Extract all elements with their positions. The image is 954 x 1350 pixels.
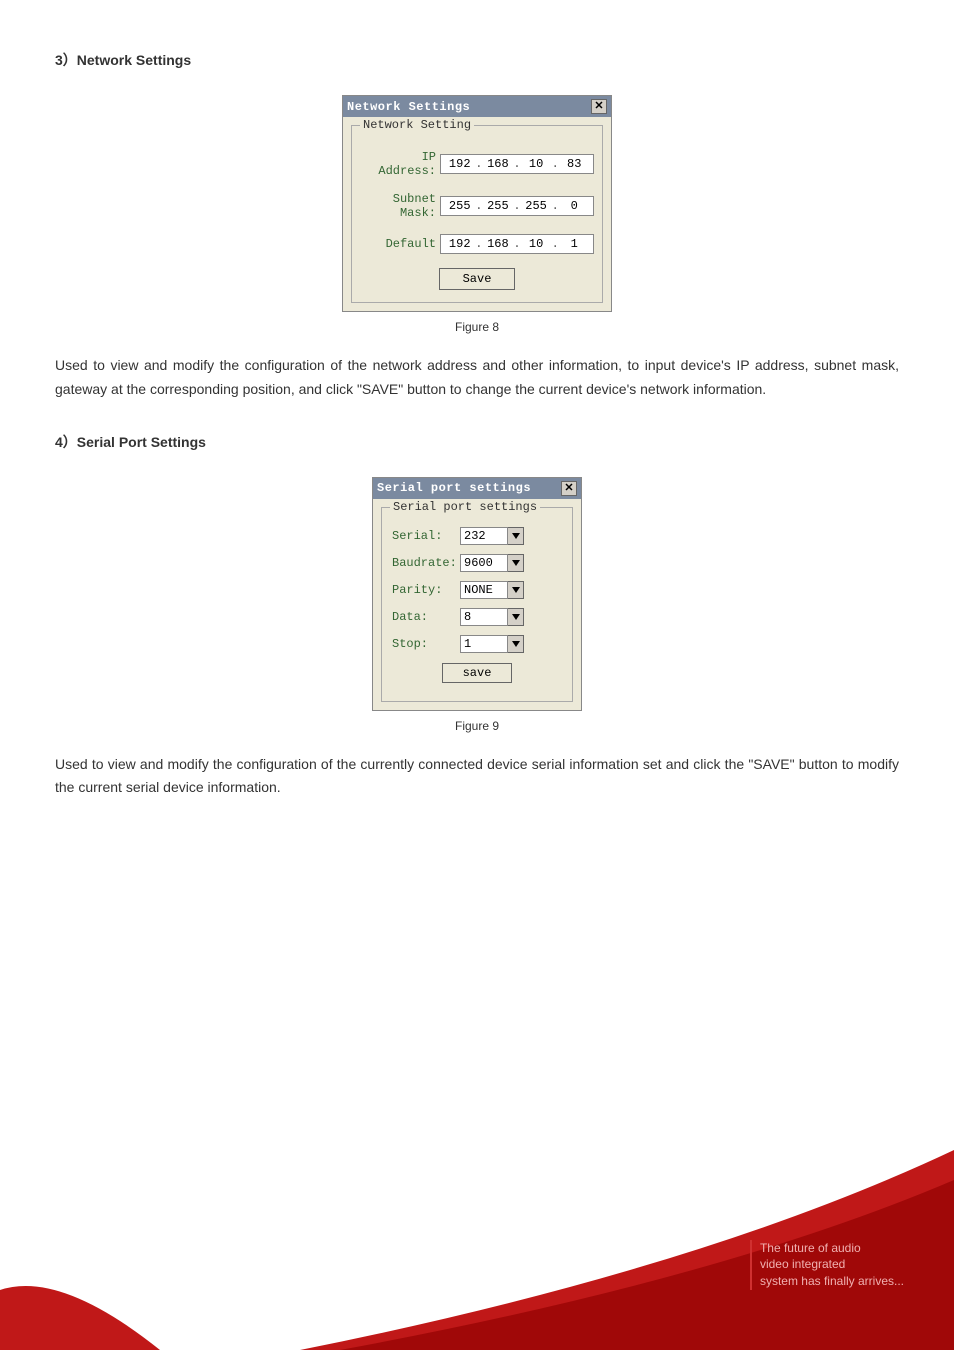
ip-octet[interactable]: 168	[484, 237, 512, 251]
parity-label: Parity:	[390, 583, 460, 597]
dialog-titlebar: Network Settings ✕	[343, 96, 611, 117]
network-settings-dialog: Network Settings ✕ Network Setting IP Ad…	[342, 95, 612, 312]
serial-select[interactable]: 232	[460, 527, 524, 545]
stop-label: Stop:	[390, 637, 460, 651]
network-fieldset: Network Setting IP Address: 192. 168. 10…	[351, 125, 603, 303]
save-button[interactable]: Save	[439, 268, 515, 290]
subnet-mask-input[interactable]: 255. 255. 255. 0	[440, 196, 594, 216]
data-label: Data:	[390, 610, 460, 624]
data-select[interactable]: 8	[460, 608, 524, 626]
chevron-down-icon[interactable]	[508, 608, 524, 626]
select-value: 9600	[460, 554, 508, 572]
select-value: NONE	[460, 581, 508, 599]
ip-octet[interactable]: 0	[560, 199, 588, 213]
ip-address-label: IP Address:	[360, 150, 440, 178]
ip-octet[interactable]: 10	[522, 237, 550, 251]
close-icon[interactable]: ✕	[561, 481, 577, 496]
paragraph: Used to view and modify the configuratio…	[55, 354, 899, 402]
ip-octet[interactable]: 168	[484, 157, 512, 171]
chevron-down-icon[interactable]	[508, 581, 524, 599]
select-value: 8	[460, 608, 508, 626]
default-gateway-input[interactable]: 192. 168. 10. 1	[440, 234, 594, 254]
subnet-mask-label: Subnet Mask:	[360, 192, 440, 220]
ip-address-input[interactable]: 192. 168. 10. 83	[440, 154, 594, 174]
footer-line: system has finally arrives...	[760, 1273, 904, 1290]
ip-octet[interactable]: 255	[522, 199, 550, 213]
close-icon[interactable]: ✕	[591, 99, 607, 114]
ip-octet[interactable]: 1	[560, 237, 588, 251]
figure-caption: Figure 9	[455, 719, 499, 733]
ip-octet[interactable]: 83	[560, 157, 588, 171]
chevron-down-icon[interactable]	[508, 554, 524, 572]
serial-settings-dialog: Serial port settings ✕ Serial port setti…	[372, 477, 582, 711]
dialog-title: Network Settings	[347, 100, 470, 114]
ip-octet[interactable]: 192	[446, 237, 474, 251]
chevron-down-icon[interactable]	[508, 527, 524, 545]
baudrate-select[interactable]: 9600	[460, 554, 524, 572]
baudrate-label: Baudrate:	[390, 556, 460, 570]
stop-select[interactable]: 1	[460, 635, 524, 653]
dialog-title: Serial port settings	[377, 481, 531, 495]
parity-select[interactable]: NONE	[460, 581, 524, 599]
ip-octet[interactable]: 255	[446, 199, 474, 213]
section-4-title: 4）Serial Port Settings	[55, 432, 899, 452]
section-3-title: 3）Network Settings	[55, 50, 899, 70]
footer-tagline: The future of audio video integrated sys…	[750, 1240, 904, 1290]
fieldset-legend: Network Setting	[360, 118, 474, 132]
fieldset-legend: Serial port settings	[390, 500, 540, 514]
serial-label: Serial:	[390, 529, 460, 543]
footer-line: The future of audio	[760, 1240, 904, 1257]
save-button[interactable]: save	[442, 663, 512, 683]
figure-caption: Figure 8	[455, 320, 499, 334]
serial-fieldset: Serial port settings Serial: 232 Baudrat…	[381, 507, 573, 702]
default-gateway-label: Default	[360, 237, 440, 251]
select-value: 1	[460, 635, 508, 653]
paragraph: Used to view and modify the configuratio…	[55, 753, 899, 801]
select-value: 232	[460, 527, 508, 545]
ip-octet[interactable]: 192	[446, 157, 474, 171]
dialog-titlebar: Serial port settings ✕	[373, 478, 581, 499]
footer-line: video integrated	[760, 1256, 904, 1273]
ip-octet[interactable]: 10	[522, 157, 550, 171]
chevron-down-icon[interactable]	[508, 635, 524, 653]
ip-octet[interactable]: 255	[484, 199, 512, 213]
